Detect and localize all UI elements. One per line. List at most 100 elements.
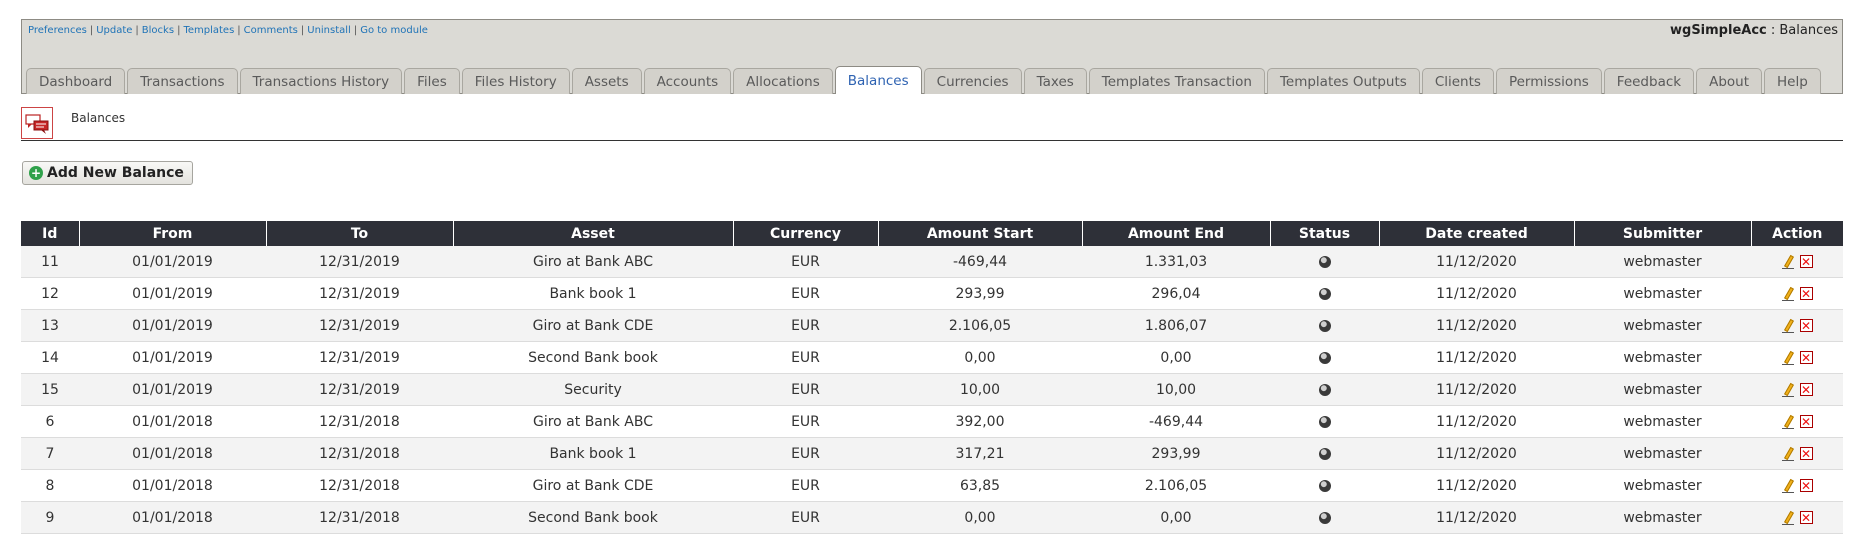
- cell-status: [1270, 501, 1379, 534]
- cell-action: ✕: [1751, 309, 1843, 342]
- cell-from: 01/01/2018: [79, 437, 266, 470]
- balances-table: Id From To Asset Currency Amount Start Amount …: [21, 221, 1843, 534]
- cell-amount-end: 1.331,03: [1082, 246, 1270, 278]
- tab-templates-transaction[interactable]: Templates Transaction: [1088, 68, 1265, 94]
- cell-asset: Second Bank book: [453, 341, 733, 374]
- uninstall-link[interactable]: Uninstall: [307, 25, 351, 36]
- cell-date-created: 11/12/2020: [1379, 405, 1574, 438]
- tab-files[interactable]: Files: [404, 68, 460, 94]
- tab-clients[interactable]: Clients: [1421, 68, 1494, 94]
- cell-currency: EUR: [733, 437, 878, 470]
- update-link[interactable]: Update: [96, 25, 132, 36]
- cell-date-created: 11/12/2020: [1379, 309, 1574, 342]
- add-new-balance-button[interactable]: + Add New Balance: [22, 161, 193, 185]
- cell-amount-end: 0,00: [1082, 501, 1270, 534]
- cell-status: [1270, 309, 1379, 342]
- cell-id: 7: [21, 437, 79, 470]
- pencil-icon[interactable]: [1781, 447, 1794, 461]
- cell-to: 12/31/2019: [266, 373, 453, 406]
- row-actions: ✕: [1781, 383, 1813, 397]
- row-actions: ✕: [1781, 447, 1813, 461]
- pencil-icon[interactable]: [1781, 511, 1794, 525]
- cell-date-created: 11/12/2020: [1379, 341, 1574, 374]
- preferences-link[interactable]: Preferences: [28, 25, 87, 36]
- tab-allocations[interactable]: Allocations: [733, 68, 833, 94]
- cell-date-created: 11/12/2020: [1379, 469, 1574, 502]
- cell-submitter: webmaster: [1574, 246, 1751, 278]
- cell-amount-end: 0,00: [1082, 341, 1270, 374]
- go-to-module-link[interactable]: Go to module: [360, 25, 428, 36]
- tab-taxes[interactable]: Taxes: [1023, 68, 1087, 94]
- cell-id: 11: [21, 246, 79, 278]
- tab-dashboard[interactable]: Dashboard: [26, 68, 126, 94]
- cell-id: 15: [21, 373, 79, 406]
- delete-icon[interactable]: ✕: [1799, 319, 1813, 332]
- cell-currency: EUR: [733, 405, 878, 438]
- cell-action: ✕: [1751, 373, 1843, 406]
- delete-icon[interactable]: ✕: [1799, 415, 1813, 428]
- tab-help[interactable]: Help: [1764, 68, 1821, 94]
- column-header-amount-start: Amount Start: [878, 221, 1083, 246]
- tab-balances[interactable]: Balances: [834, 66, 922, 94]
- tab-transactions-history[interactable]: Transactions History: [239, 68, 403, 94]
- cell-from: 01/01/2019: [79, 309, 266, 342]
- cell-date-created: 11/12/2020: [1379, 373, 1574, 406]
- cell-action: ✕: [1751, 405, 1843, 438]
- tab-currencies[interactable]: Currencies: [923, 68, 1022, 94]
- cell-amount-start: 293,99: [878, 277, 1082, 310]
- delete-icon[interactable]: ✕: [1799, 447, 1813, 460]
- tab-templates-outputs[interactable]: Templates Outputs: [1266, 68, 1420, 94]
- cell-amount-start: 2.106,05: [878, 309, 1082, 342]
- row-actions: ✕: [1781, 287, 1813, 301]
- pencil-icon[interactable]: [1781, 319, 1794, 333]
- comments-icon: [21, 107, 53, 139]
- cell-asset: Giro at Bank ABC: [453, 246, 733, 278]
- tab-about[interactable]: About: [1696, 68, 1763, 94]
- pencil-icon[interactable]: [1781, 255, 1794, 269]
- globe-icon: [1318, 383, 1331, 396]
- cell-asset: Giro at Bank CDE: [453, 309, 733, 342]
- pencil-icon[interactable]: [1781, 287, 1794, 301]
- globe-icon: [1318, 415, 1331, 428]
- tab-accounts[interactable]: Accounts: [643, 68, 732, 94]
- pencil-icon[interactable]: [1781, 415, 1794, 429]
- cell-date-created: 11/12/2020: [1379, 246, 1574, 278]
- add-icon: +: [29, 166, 43, 180]
- cell-amount-end: 293,99: [1082, 437, 1270, 470]
- delete-icon[interactable]: ✕: [1799, 255, 1813, 268]
- tab-transactions[interactable]: Transactions: [127, 68, 238, 94]
- row-actions: ✕: [1781, 351, 1813, 365]
- blocks-link[interactable]: Blocks: [142, 25, 174, 36]
- cell-to: 12/31/2018: [266, 405, 453, 438]
- cell-submitter: webmaster: [1574, 469, 1751, 502]
- tab-permissions[interactable]: Permissions: [1495, 68, 1602, 94]
- comments-link[interactable]: Comments: [244, 25, 298, 36]
- cell-amount-end: 2.106,05: [1082, 469, 1270, 502]
- tab-files-history[interactable]: Files History: [461, 68, 570, 94]
- cell-from: 01/01/2018: [79, 501, 266, 534]
- delete-icon[interactable]: ✕: [1799, 511, 1813, 524]
- delete-icon[interactable]: ✕: [1799, 287, 1813, 300]
- delete-icon[interactable]: ✕: [1799, 383, 1813, 396]
- table-row: 7 01/01/2018 12/31/2018 Bank book 1 EUR 317,2…: [21, 437, 1843, 470]
- cell-amount-start: 0,00: [878, 341, 1082, 374]
- cell-currency: EUR: [733, 469, 878, 502]
- tab-feedback[interactable]: Feedback: [1603, 68, 1695, 94]
- globe-icon: [1318, 351, 1331, 364]
- templates-link[interactable]: Templates: [183, 25, 234, 36]
- cell-from: 01/01/2019: [79, 341, 266, 374]
- table-row: 11 01/01/2019 12/31/2019 Giro at Bank ABC EU…: [21, 246, 1843, 278]
- column-header-submitter: Submitter: [1574, 221, 1752, 246]
- pencil-icon[interactable]: [1781, 383, 1794, 397]
- row-actions: ✕: [1781, 319, 1813, 333]
- pencil-icon[interactable]: [1781, 351, 1794, 365]
- cell-asset: Giro at Bank ABC: [453, 405, 733, 438]
- tab-assets[interactable]: Assets: [571, 68, 642, 94]
- add-new-balance-label: Add New Balance: [47, 165, 184, 181]
- globe-icon: [1318, 255, 1331, 268]
- table-row: 13 01/01/2019 12/31/2019 Giro at Bank CDE EU…: [21, 309, 1843, 342]
- pencil-icon[interactable]: [1781, 479, 1794, 493]
- cell-submitter: webmaster: [1574, 373, 1751, 406]
- delete-icon[interactable]: ✕: [1799, 351, 1813, 364]
- delete-icon[interactable]: ✕: [1799, 479, 1813, 492]
